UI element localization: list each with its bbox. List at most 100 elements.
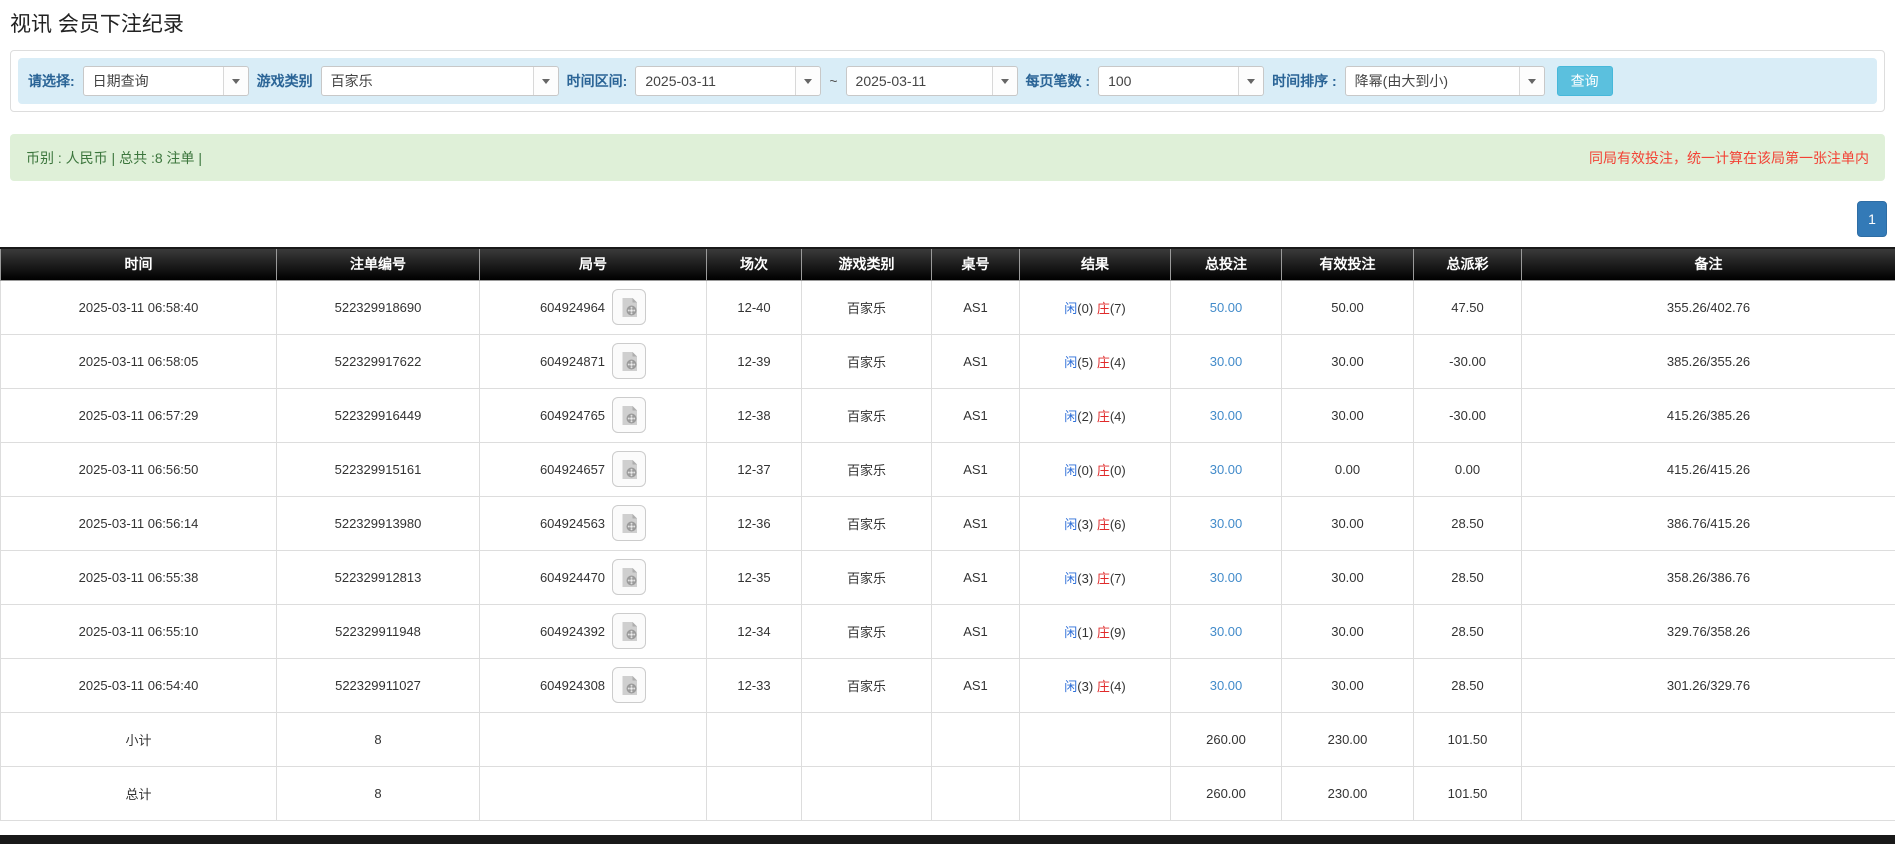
page-title: 视讯 会员下注纪录 xyxy=(10,8,1895,38)
video-replay-button[interactable] xyxy=(612,343,646,379)
total-bet-link[interactable]: 30.00 xyxy=(1210,678,1243,693)
banker-result-label: 庄 xyxy=(1097,355,1110,370)
table-row: 2025-03-11 06:57:29 522329916449 6049247… xyxy=(1,388,1895,442)
result-cell: 闲(3) 庄(6) xyxy=(1020,496,1171,550)
game-type-select[interactable]: 百家乐 xyxy=(321,66,559,96)
player-result-label: 闲 xyxy=(1064,409,1077,424)
empty-cell xyxy=(480,766,707,820)
range-separator: ~ xyxy=(829,73,837,89)
total-total-bet: 260.00 xyxy=(1171,766,1282,820)
total-bet-link[interactable]: 30.00 xyxy=(1210,570,1243,585)
search-button[interactable]: 查询 xyxy=(1557,66,1613,96)
subtotal-count: 8 xyxy=(277,712,480,766)
empty-cell xyxy=(802,766,932,820)
date-to-select[interactable]: 2025-03-11 xyxy=(846,66,1018,96)
bet-no-cell: 522329912813 xyxy=(277,550,480,604)
banker-result-count: (9) xyxy=(1110,625,1126,640)
video-replay-button[interactable] xyxy=(612,397,646,433)
total-bet-link[interactable]: 30.00 xyxy=(1210,408,1243,423)
player-result-count: (0) xyxy=(1077,301,1093,316)
table-row: 2025-03-11 06:55:38 522329912813 6049244… xyxy=(1,550,1895,604)
banker-result-label: 庄 xyxy=(1097,517,1110,532)
round-no-cell: 604924657 xyxy=(480,442,707,496)
bet-no-cell: 522329911027 xyxy=(277,658,480,712)
page-size-select[interactable]: 100 xyxy=(1098,66,1264,96)
player-result-label: 闲 xyxy=(1064,517,1077,532)
note-cell: 301.26/329.76 xyxy=(1522,658,1895,712)
chevron-down-icon xyxy=(1238,67,1263,95)
total-bet-link[interactable]: 30.00 xyxy=(1210,624,1243,639)
valid-bet-cell: 30.00 xyxy=(1282,658,1414,712)
empty-cell xyxy=(1522,766,1895,820)
subtotal-row: 小计 8 260.00 230.00 101.50 xyxy=(1,712,1895,766)
empty-cell xyxy=(932,766,1020,820)
total-bet-link[interactable]: 30.00 xyxy=(1210,516,1243,531)
subtotal-payout: 101.50 xyxy=(1414,712,1522,766)
payout-cell: -30.00 xyxy=(1414,388,1522,442)
table-no-cell: AS1 xyxy=(932,658,1020,712)
payout-cell: 28.50 xyxy=(1414,658,1522,712)
video-record-icon xyxy=(620,459,639,480)
video-replay-button[interactable] xyxy=(612,667,646,703)
note-cell: 385.26/355.26 xyxy=(1522,334,1895,388)
table-row: 2025-03-11 06:56:50 522329915161 6049246… xyxy=(1,442,1895,496)
session-cell: 12-34 xyxy=(707,604,802,658)
total-bet-cell: 50.00 xyxy=(1171,280,1282,334)
total-bet-cell: 30.00 xyxy=(1171,604,1282,658)
table-no-cell: AS1 xyxy=(932,280,1020,334)
header-table-no: 桌号 xyxy=(932,248,1020,280)
total-bet-cell: 30.00 xyxy=(1171,496,1282,550)
video-replay-button[interactable] xyxy=(612,451,646,487)
total-bet-link[interactable]: 30.00 xyxy=(1210,354,1243,369)
session-cell: 12-39 xyxy=(707,334,802,388)
filter-panel: 请选择: 日期查询 游戏类别 百家乐 时间区间: 2025-03-11 ~ 20… xyxy=(10,50,1885,112)
round-no-cell: 604924765 xyxy=(480,388,707,442)
page-1-button[interactable]: 1 xyxy=(1857,201,1887,237)
total-bet-link[interactable]: 30.00 xyxy=(1210,462,1243,477)
sort-value: 降幂(由大到小) xyxy=(1346,67,1519,95)
valid-bet-cell: 30.00 xyxy=(1282,550,1414,604)
empty-cell xyxy=(480,712,707,766)
result-cell: 闲(5) 庄(4) xyxy=(1020,334,1171,388)
empty-cell xyxy=(1522,712,1895,766)
video-record-icon xyxy=(620,621,639,642)
round-no-value: 604924563 xyxy=(540,516,605,531)
game-type-label: 游戏类别 xyxy=(257,71,313,91)
time-cell: 2025-03-11 06:55:38 xyxy=(1,550,277,604)
video-replay-button[interactable] xyxy=(612,289,646,325)
payout-cell: 0.00 xyxy=(1414,442,1522,496)
video-replay-button[interactable] xyxy=(612,613,646,649)
result-cell: 闲(0) 庄(7) xyxy=(1020,280,1171,334)
session-cell: 12-33 xyxy=(707,658,802,712)
banker-result-count: (7) xyxy=(1110,301,1126,316)
time-cell: 2025-03-11 06:56:14 xyxy=(1,496,277,550)
video-replay-button[interactable] xyxy=(612,559,646,595)
banker-result-label: 庄 xyxy=(1097,409,1110,424)
date-from-value: 2025-03-11 xyxy=(636,67,795,95)
date-from-select[interactable]: 2025-03-11 xyxy=(635,66,821,96)
note-cell: 415.26/385.26 xyxy=(1522,388,1895,442)
header-valid-bet: 有效投注 xyxy=(1282,248,1414,280)
table-header-row: 时间 注单编号 局号 场次 游戏类别 桌号 结果 总投注 有效投注 总派彩 备注 xyxy=(1,248,1895,280)
pagination: 1 xyxy=(0,201,1887,237)
result-cell: 闲(3) 庄(7) xyxy=(1020,550,1171,604)
player-result-count: (0) xyxy=(1077,463,1093,478)
total-bet-link[interactable]: 50.00 xyxy=(1210,300,1243,315)
video-replay-button[interactable] xyxy=(612,505,646,541)
subtotal-total-bet: 260.00 xyxy=(1171,712,1282,766)
sort-select[interactable]: 降幂(由大到小) xyxy=(1345,66,1545,96)
game-type-cell: 百家乐 xyxy=(802,442,932,496)
result-cell: 闲(1) 庄(9) xyxy=(1020,604,1171,658)
time-cell: 2025-03-11 06:57:29 xyxy=(1,388,277,442)
valid-bet-cell: 30.00 xyxy=(1282,388,1414,442)
table-no-cell: AS1 xyxy=(932,550,1020,604)
subtotal-valid-bet: 230.00 xyxy=(1282,712,1414,766)
round-no-cell: 604924563 xyxy=(480,496,707,550)
player-result-count: (5) xyxy=(1077,355,1093,370)
result-cell: 闲(0) 庄(0) xyxy=(1020,442,1171,496)
query-type-label: 请选择: xyxy=(28,71,75,91)
table-row: 2025-03-11 06:55:10 522329911948 6049243… xyxy=(1,604,1895,658)
note-cell: 355.26/402.76 xyxy=(1522,280,1895,334)
query-type-select[interactable]: 日期查询 xyxy=(83,66,249,96)
banker-result-label: 庄 xyxy=(1097,463,1110,478)
